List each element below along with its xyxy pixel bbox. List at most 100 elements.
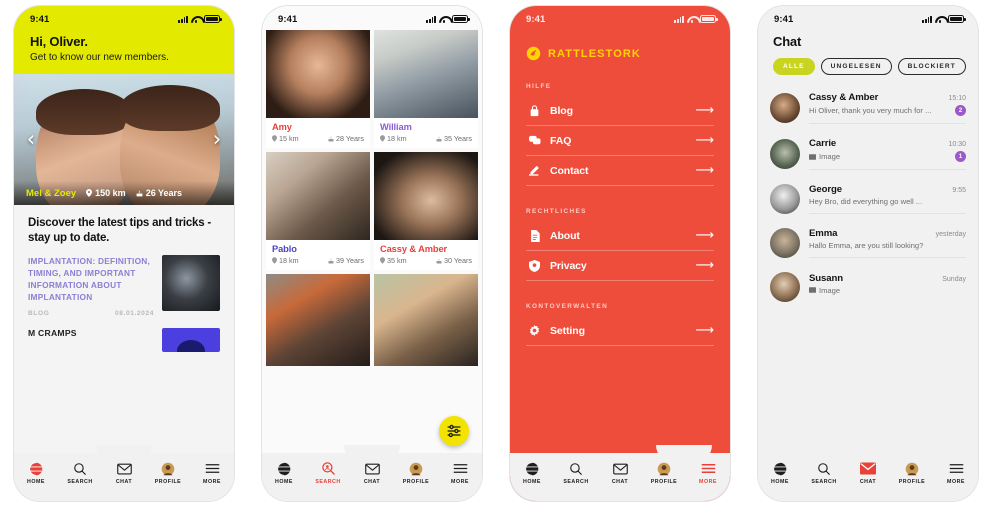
tab-chat[interactable]: CHAT xyxy=(846,461,890,485)
member-meta: 18 km 35 Years xyxy=(374,132,478,148)
signal-bars-icon xyxy=(922,15,932,23)
tab-profile[interactable]: PROFILE xyxy=(642,461,686,485)
member-card[interactable]: Cassy & Amber 35 km 30 Years xyxy=(374,152,478,270)
globe-icon xyxy=(525,461,539,476)
bottom-tabbar: HOME SEARCH CHAT PROFILE MORE xyxy=(262,453,482,501)
conversation-preview: Image xyxy=(809,152,955,161)
conversation-row[interactable]: George 9:55 Hey Bro, did everything go w… xyxy=(770,177,966,221)
bottom-tabbar: HOME SEARCH CHAT PROFILE MORE xyxy=(510,445,730,501)
conversation-row[interactable]: Cassy & Amber 15:10 Hi Oliver, thank you… xyxy=(770,85,966,131)
tab-more[interactable]: MORE xyxy=(934,461,978,485)
menu-item-faq[interactable]: FAQ ⟶ xyxy=(526,126,714,156)
tab-chat[interactable]: CHAT xyxy=(102,461,146,485)
tab-label: MORE xyxy=(947,479,965,485)
member-card[interactable]: Amy 15 km 28 Years xyxy=(266,30,370,148)
wifi-icon xyxy=(439,15,449,23)
phone-home: 9:41 Hi, Oliver. Get to know our new mem… xyxy=(0,0,248,507)
phone-menu: 9:41 RATTLESTORK HILFE Blog ⟶ FAQ ⟶ Cont… xyxy=(496,0,744,507)
conversation-bottom: Hi Oliver, thank you very much for ... 2 xyxy=(809,105,966,116)
carousel-age: 26 Years xyxy=(136,188,182,198)
tab-chat[interactable]: CHAT xyxy=(598,461,642,485)
hamburger-icon xyxy=(205,461,220,476)
carousel-next-button[interactable]: › xyxy=(206,128,228,151)
tab-more[interactable]: MORE xyxy=(686,461,730,485)
status-icons xyxy=(674,15,718,23)
status-bar: 9:41 xyxy=(510,6,730,28)
conversation-time: 15:10 xyxy=(948,95,966,102)
battery-icon xyxy=(700,15,718,23)
filter-button[interactable] xyxy=(439,416,469,446)
member-card[interactable] xyxy=(266,274,370,366)
tab-label: SEARCH xyxy=(67,479,93,485)
status-time: 9:41 xyxy=(774,13,794,25)
menu-item-blog[interactable]: Blog ⟶ xyxy=(526,96,714,126)
phone-frame-menu: 9:41 RATTLESTORK HILFE Blog ⟶ FAQ ⟶ Cont… xyxy=(510,6,730,501)
avatar-icon xyxy=(905,461,919,476)
conversation-name: Carrie xyxy=(809,138,837,149)
member-card[interactable]: William 18 km 35 Years xyxy=(374,30,478,148)
conversation-bottom: Hallo Emma, are you still looking? xyxy=(809,241,966,250)
conversation-name: Cassy & Amber xyxy=(809,92,879,103)
carousel-prev-button[interactable]: ‹ xyxy=(20,128,42,151)
arrow-right-icon: ⟶ xyxy=(695,258,714,273)
blog-post-date: 08.01.2024 xyxy=(114,310,154,318)
book-lock-icon xyxy=(528,104,541,117)
menu-item-contact[interactable]: Contact ⟶ xyxy=(526,156,714,186)
tab-chat[interactable]: CHAT xyxy=(350,461,394,485)
tab-search[interactable]: SEARCH xyxy=(554,461,598,485)
arrow-right-icon: ⟶ xyxy=(695,323,714,338)
tab-profile[interactable]: PROFILE xyxy=(146,461,190,485)
tab-home[interactable]: HOME xyxy=(758,461,802,485)
signal-bars-icon xyxy=(674,15,684,23)
member-card[interactable] xyxy=(374,274,478,366)
tab-search[interactable]: SEARCH xyxy=(802,461,846,485)
location-pin-icon xyxy=(380,257,385,264)
menu-item-about[interactable]: About ⟶ xyxy=(526,221,714,251)
avatar xyxy=(770,228,800,258)
conversation-top: George 9:55 xyxy=(809,184,966,195)
greeting-subtitle: Get to know our new members. xyxy=(30,52,169,63)
arrow-right-icon: ⟶ xyxy=(695,163,714,178)
conversation-row[interactable]: Susann Sunday Image xyxy=(770,265,966,309)
carousel-distance: 150 km xyxy=(86,188,126,198)
avatar xyxy=(770,93,800,123)
envelope-icon xyxy=(364,461,380,476)
member-name: Amy xyxy=(272,122,292,132)
tab-search[interactable]: SEARCH xyxy=(58,461,102,485)
search-icon xyxy=(321,461,336,476)
menu-item-privacy[interactable]: Privacy ⟶ xyxy=(526,251,714,281)
conversation-body: Emma yesterday Hallo Emma, are you still… xyxy=(809,228,966,258)
blog-post-item[interactable]: IMPLANTATION: DEFINITION, TIMING, AND IM… xyxy=(28,255,220,317)
blog-post-item[interactable]: M CRAMPS xyxy=(28,328,220,353)
filter-alle[interactable]: ALLE xyxy=(773,58,815,75)
member-card[interactable]: Pablo 18 km 39 Years xyxy=(266,152,370,270)
blog-post-category: BLOG xyxy=(28,310,50,318)
filter-ungelesen[interactable]: UNGELESEN xyxy=(820,58,892,75)
location-pin-icon xyxy=(272,135,277,142)
tab-home[interactable]: HOME xyxy=(14,461,58,485)
carousel-caption: Mel & Zoey 150 km 26 Years xyxy=(14,181,234,205)
filter-blockiert[interactable]: BLOCKIERT xyxy=(897,58,966,75)
tab-home[interactable]: HOME xyxy=(262,461,306,485)
tab-more[interactable]: MORE xyxy=(438,461,482,485)
globe-icon xyxy=(277,461,291,476)
blog-post-text: IMPLANTATION: DEFINITION, TIMING, AND IM… xyxy=(28,255,154,317)
screen-home: 9:41 Hi, Oliver. Get to know our new mem… xyxy=(14,6,234,501)
tab-label: HOME xyxy=(523,479,541,485)
tab-profile[interactable]: PROFILE xyxy=(890,461,934,485)
tab-home[interactable]: HOME xyxy=(510,461,554,485)
conversation-row[interactable]: Carrie 10:30 Image 1 xyxy=(770,131,966,177)
tab-more[interactable]: MORE xyxy=(190,461,234,485)
blog-post-title: IMPLANTATION: DEFINITION, TIMING, AND IM… xyxy=(28,256,151,303)
carousel-member-name: Mel & Zoey xyxy=(26,187,77,199)
conversation-bottom: Image xyxy=(809,286,966,295)
tab-search[interactable]: SEARCH xyxy=(306,461,350,485)
conversation-preview: Image xyxy=(809,286,966,295)
image-icon xyxy=(809,153,816,160)
menu-item-setting[interactable]: Setting ⟶ xyxy=(526,316,714,346)
tab-profile[interactable]: PROFILE xyxy=(394,461,438,485)
conversation-body: Susann Sunday Image xyxy=(809,273,966,302)
member-meta: 18 km 39 Years xyxy=(266,254,370,270)
member-carousel[interactable]: ‹ › Mel & Zoey 150 km 26 Years xyxy=(14,74,234,205)
conversation-row[interactable]: Emma yesterday Hallo Emma, are you still… xyxy=(770,221,966,265)
